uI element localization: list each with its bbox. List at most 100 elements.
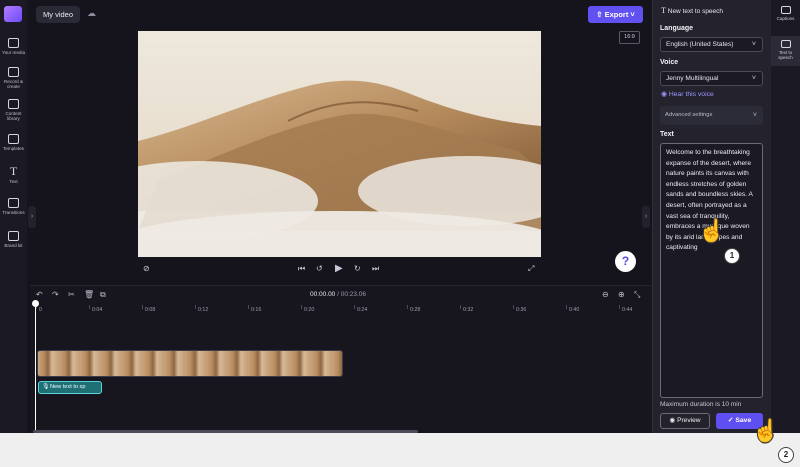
right-rail: Captions Text to speech (771, 0, 800, 433)
ruler-tick-line (301, 305, 302, 309)
project-title[interactable]: My video (36, 6, 81, 23)
rail-transitions[interactable]: Transitions (0, 198, 27, 215)
hide-captions-icon[interactable]: ⊘ (143, 264, 150, 273)
desert-dunes-image (138, 31, 541, 257)
rail-text[interactable]: T Text (0, 164, 27, 184)
chevron-down-icon: ˅ (628, 10, 635, 19)
help-button[interactable]: ? (615, 251, 636, 272)
folder-icon (8, 38, 19, 48)
rail-record-create[interactable]: Record & create (0, 67, 27, 89)
chevron-down-icon: ˅ (751, 41, 756, 48)
timeline-scrollbar[interactable] (33, 430, 418, 433)
ruler-tick: 0:04 (92, 307, 103, 313)
ruler-tick-line (89, 305, 90, 309)
ruler-tick: 0:40 (569, 307, 580, 313)
collapse-left-handle[interactable]: › (28, 206, 36, 228)
playhead[interactable] (35, 302, 37, 433)
split-icon[interactable]: ✂ (68, 290, 75, 299)
rail-content-library[interactable]: Content library (0, 99, 27, 121)
panel-header: T New text to speech (661, 6, 724, 15)
hear-voice-link[interactable]: ◉ Hear this voice (661, 90, 714, 98)
ruler-tick-line (566, 305, 567, 309)
undo-icon[interactable]: ↶ (36, 290, 43, 299)
rail-brand-kit[interactable]: Brand kit (0, 231, 27, 248)
text-to-speech-panel: T New text to speech Language English (U… (652, 0, 771, 433)
text-icon: T (661, 6, 668, 15)
language-select[interactable]: English (United States) ˅ (660, 37, 763, 52)
advanced-settings-toggle[interactable]: Advanced settings ˅ (660, 106, 763, 125)
chevron-down-icon: ˅ (752, 112, 757, 119)
text-label: Text (660, 131, 674, 138)
ruler-tick-line (142, 305, 143, 309)
forward-5-icon[interactable]: ↻ (354, 264, 361, 273)
clipchamp-logo (4, 6, 22, 22)
ruler-tick-line (460, 305, 461, 309)
redo-icon[interactable]: ↷ (52, 290, 59, 299)
rail-text-to-speech[interactable]: Text to speech (771, 36, 800, 66)
video-clip[interactable] (37, 350, 343, 377)
ruler-tick-line (248, 305, 249, 309)
ruler-tick: 0:20 (304, 307, 315, 313)
video-preview[interactable] (138, 31, 541, 257)
fullscreen-icon[interactable]: ⤢ (528, 264, 534, 273)
playhead-handle[interactable] (32, 300, 39, 307)
fit-timeline-icon[interactable]: ⤡ (634, 290, 640, 299)
step-badge: 1 (724, 248, 740, 264)
play-icon[interactable]: ▶ (335, 264, 343, 274)
ruler-tick: 0:32 (463, 307, 474, 313)
left-rail: Your media Record & create Content libra… (0, 0, 27, 433)
preview-button[interactable]: ◉ Preview (660, 413, 710, 429)
speech-text-area[interactable]: Welcome to the breathtaking expanse of t… (660, 143, 763, 398)
step-badge: 2 (778, 447, 794, 463)
rail-your-media[interactable]: Your media (0, 38, 27, 55)
ruler-tick-line (354, 305, 355, 309)
aspect-ratio-button[interactable]: 16:9 (619, 31, 640, 44)
ruler-tick-line (513, 305, 514, 309)
rail-templates[interactable]: Templates (0, 134, 27, 151)
collapse-right-handle[interactable]: › (642, 206, 650, 228)
export-button[interactable]: ⇧ Export ˅ (588, 6, 643, 23)
ruler-tick: 0:16 (251, 307, 262, 313)
upload-icon: ⇧ (596, 10, 605, 19)
ruler-tick-line (619, 305, 620, 309)
timecode: 00:00.00 / 00:23.06 (310, 291, 367, 298)
zoom-out-icon[interactable]: ⊖ (602, 290, 609, 299)
ruler-tick-line (195, 305, 196, 309)
play-circle-icon: ◉ (661, 91, 669, 98)
language-label: Language (660, 25, 694, 32)
play-circle-icon: ◉ (669, 417, 678, 424)
hand-cursor-icon: ☝ (752, 418, 780, 443)
captions-icon (780, 6, 791, 14)
rewind-5-icon[interactable]: ↺ (316, 264, 323, 273)
templates-icon (8, 134, 19, 144)
max-duration-note: Maximum duration is 10 min (660, 401, 742, 408)
ruler-tick-line (407, 305, 408, 309)
skip-forward-icon[interactable]: ⏭ (372, 264, 379, 273)
camera-icon (8, 67, 19, 77)
ruler-tick: 0:24 (357, 307, 368, 313)
library-icon (8, 99, 19, 109)
voice-label: Voice (660, 59, 679, 66)
rail-captions[interactable]: Captions (771, 6, 800, 30)
brand-kit-icon (8, 231, 19, 241)
ruler-tick: 0 (39, 307, 42, 313)
text-to-speech-clip[interactable]: 🎙 New text to sp (38, 381, 102, 394)
ruler-tick: 0:44 (622, 307, 633, 313)
delete-icon[interactable]: 🗑 (84, 290, 94, 299)
cloud-sync-off-icon: ☁ (87, 8, 96, 18)
ruler-tick: 0:08 (145, 307, 156, 313)
hand-cursor-icon: ☝ (698, 218, 726, 243)
speech-icon (780, 40, 791, 48)
add-media-icon[interactable]: ⧉ (100, 290, 106, 299)
chevron-down-icon: ˅ (751, 75, 756, 82)
microphone-icon: 🎙 (42, 384, 50, 390)
skip-back-icon[interactable]: ⏮ (298, 264, 305, 273)
timeline: ↶ ↷ ✂ 🗑 ⧉ 00:00.00 / 00:23.06 ⊖ ⊕ ⤡ 0 0:… (30, 285, 652, 433)
text-icon: T (9, 164, 18, 178)
voice-select[interactable]: Jenny Multilingual ˅ (660, 71, 763, 86)
ruler-tick: 0:28 (410, 307, 421, 313)
zoom-in-icon[interactable]: ⊕ (618, 290, 625, 299)
ruler-tick: 0:12 (198, 307, 209, 313)
transitions-icon (8, 198, 19, 208)
ruler-tick: 0:36 (516, 307, 527, 313)
